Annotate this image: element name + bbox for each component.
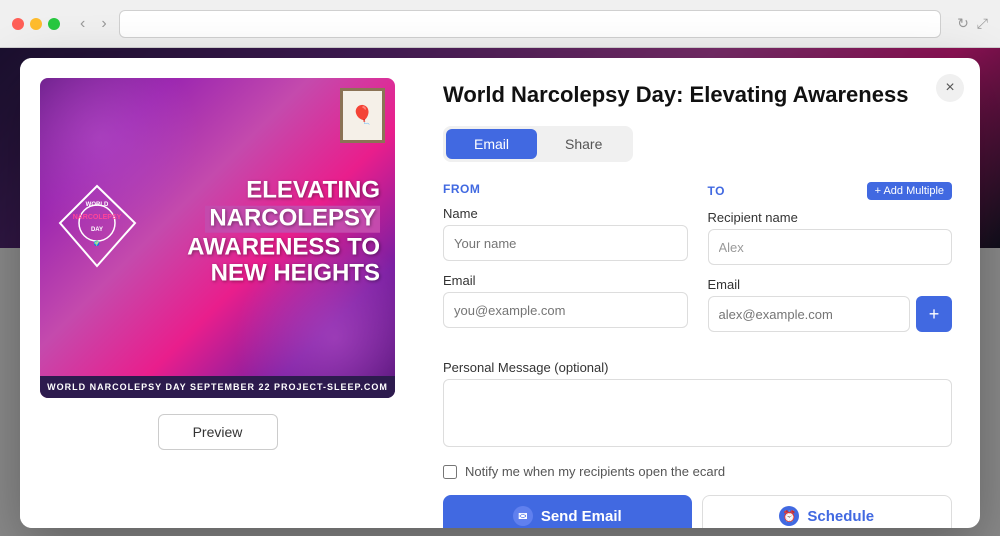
to-header: TO + Add Multiple [708, 182, 953, 200]
schedule-button[interactable]: ⏰ Schedule [702, 495, 953, 528]
forward-button[interactable]: › [97, 13, 110, 35]
ecard-text-line3: AWARENESS TO [187, 235, 380, 261]
ecard-text-line2: NARCOLEPSY [205, 206, 380, 232]
from-email-input[interactable] [443, 292, 688, 328]
svg-text:NARCOLEPSY: NARCOLEPSY [73, 214, 122, 221]
ecard-bottom-bar: WORLD NARCOLEPSY DAY SEPTEMBER 22 PROJEC… [40, 376, 395, 398]
personal-message-group: Personal Message (optional) [443, 360, 952, 452]
address-bar[interactable] [119, 10, 941, 38]
recipient-name-label: Recipient name [708, 210, 953, 225]
expand-button[interactable]: ⤢ [977, 15, 988, 32]
from-name-label: Name [443, 206, 688, 221]
from-column: FROM Name Email [443, 182, 688, 344]
notify-label: Notify me when my recipients open the ec… [465, 464, 725, 479]
modal-left-panel: 🎈 WORLD NARCOLEPSY DAY 🌍 ELEVATING NARCO… [20, 58, 415, 528]
send-icon: ✉ [513, 506, 533, 526]
recipient-name-group: Recipient name [708, 210, 953, 265]
preview-button[interactable]: Preview [158, 414, 278, 450]
tab-email[interactable]: Email [446, 129, 537, 159]
modal-overlay: 🎈 WORLD NARCOLEPSY DAY 🌍 ELEVATING NARCO… [0, 48, 1000, 536]
fullscreen-traffic-light[interactable] [48, 18, 60, 30]
close-button[interactable]: × [936, 74, 964, 102]
svg-text:🌍: 🌍 [94, 240, 100, 247]
browser-chrome: ‹ › ↻ ⤢ [0, 0, 1000, 48]
back-button[interactable]: ‹ [76, 13, 89, 35]
from-name-input[interactable] [443, 225, 688, 261]
notify-checkbox[interactable] [443, 465, 457, 479]
minimize-traffic-light[interactable] [30, 18, 42, 30]
browser-actions: ↻ ⤢ [957, 15, 988, 32]
traffic-lights [12, 18, 60, 30]
from-email-label: Email [443, 273, 688, 288]
ecard-text-line4: NEW HEIGHTS [187, 261, 380, 287]
modal-right-panel: × World Narcolepsy Day: Elevating Awaren… [415, 58, 980, 528]
from-header: FROM [443, 182, 688, 196]
close-traffic-light[interactable] [12, 18, 24, 30]
recipient-name-input[interactable] [708, 229, 953, 265]
modal-title: World Narcolepsy Day: Elevating Awarenes… [443, 82, 952, 108]
send-email-button[interactable]: ✉ Send Email [443, 495, 692, 528]
action-buttons: ✉ Send Email ⏰ Schedule [443, 495, 952, 528]
refresh-button[interactable]: ↻ [957, 15, 969, 32]
svg-text:DAY: DAY [91, 227, 103, 233]
from-email-group: Email [443, 273, 688, 328]
add-recipient-button[interactable]: + [916, 296, 952, 332]
schedule-icon: ⏰ [779, 506, 799, 526]
personal-message-label: Personal Message (optional) [443, 360, 952, 375]
recipient-email-group: Email + [708, 277, 953, 332]
notify-row: Notify me when my recipients open the ec… [443, 464, 952, 479]
form-columns: FROM Name Email TO [443, 182, 952, 344]
add-multiple-button[interactable]: + Add Multiple [867, 182, 952, 200]
recipient-email-row: + [708, 296, 953, 332]
ecard-stamp: 🎈 [340, 88, 385, 143]
recipient-email-input[interactable] [708, 296, 911, 332]
tabs-container: Email Share [443, 126, 633, 162]
recipient-email-label: Email [708, 277, 953, 292]
personal-message-textarea[interactable] [443, 379, 952, 447]
modal: 🎈 WORLD NARCOLEPSY DAY 🌍 ELEVATING NARCO… [20, 58, 980, 528]
svg-text:WORLD: WORLD [86, 202, 109, 208]
ecard-text-line1: ELEVATING [187, 178, 380, 204]
tab-share[interactable]: Share [537, 129, 630, 159]
to-column: TO + Add Multiple Recipient name Email [708, 182, 953, 344]
world-narcolepsy-badge: WORLD NARCOLEPSY DAY 🌍 [55, 181, 140, 276]
from-name-group: Name [443, 206, 688, 261]
ecard-preview-image: 🎈 WORLD NARCOLEPSY DAY 🌍 ELEVATING NARCO… [40, 78, 395, 398]
